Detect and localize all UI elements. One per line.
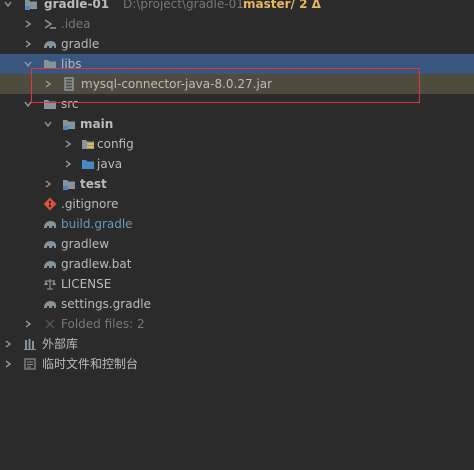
project-tree: gradle-01 D:\project\gradle-01 master/ 2… (0, 0, 474, 470)
tree-item-settings-gradle[interactable]: settings.gradle (0, 294, 474, 314)
root-path: D:\project\gradle-01 (123, 0, 244, 11)
vcs-branch-status: master/ 2 Δ (243, 0, 321, 11)
tree-item-license[interactable]: LICENSE (0, 274, 474, 294)
tree-item-build-gradle[interactable]: build.gradle (0, 214, 474, 234)
license-scale-icon (43, 277, 57, 291)
chevron-down-icon[interactable] (22, 94, 34, 114)
tree-item-gradlew[interactable]: gradlew (0, 234, 474, 254)
module-folder-icon (62, 117, 76, 131)
tree-item-label: gradlew (61, 237, 110, 251)
tree-item-mysql-jar[interactable]: mysql-connector-java-8.0.27.jar (0, 74, 474, 94)
gradle-elephant-icon (43, 257, 57, 271)
tree-item-scratches[interactable]: 临时文件和控制台 (0, 354, 474, 374)
chevron-right-icon[interactable] (42, 74, 54, 94)
tree-item-label: gradlew.bat (61, 257, 132, 271)
tree-item-label: Folded files: 2 (61, 317, 145, 331)
chevron-right-icon[interactable] (22, 314, 34, 334)
tree-item-test[interactable]: test (0, 174, 474, 194)
tree-item-label: libs (61, 57, 82, 71)
folder-icon (43, 97, 57, 111)
tree-item-label: config (97, 137, 134, 151)
tree-item-label: mysql-connector-java-8.0.27.jar (81, 77, 273, 91)
libraries-icon (23, 337, 37, 351)
tree-root-gradle-01[interactable]: gradle-01 D:\project\gradle-01 master/ 2… (0, 0, 474, 14)
resources-folder-icon (81, 137, 95, 151)
tree-item-gitignore[interactable]: .gitignore (0, 194, 474, 214)
tree-item-label: 临时文件和控制台 (42, 357, 139, 371)
tree-item-label: gradle (61, 37, 100, 51)
tree-item-label: test (80, 177, 107, 191)
tree-item-gradlew-bat[interactable]: gradlew.bat (0, 254, 474, 274)
tree-item-label: main (80, 117, 114, 131)
tree-item-label: build.gradle (61, 217, 133, 231)
jar-icon (62, 77, 76, 91)
tree-item-gradle-folder[interactable]: gradle (0, 34, 474, 54)
git-icon (43, 197, 57, 211)
chevron-right-icon[interactable] (2, 354, 14, 374)
gradle-elephant-icon (43, 237, 57, 251)
gradle-elephant-icon (43, 37, 57, 51)
chevron-right-icon[interactable] (2, 334, 14, 354)
chevron-down-icon[interactable] (42, 114, 54, 134)
tree-item-label: settings.gradle (61, 297, 151, 311)
tree-item-libs[interactable]: libs (0, 54, 474, 74)
tree-item-external-libraries[interactable]: 外部库 (0, 334, 474, 354)
idea-folder-icon (43, 17, 57, 31)
tree-item-label: 外部库 (42, 337, 79, 351)
tree-item-java[interactable]: java (0, 154, 474, 174)
gradle-elephant-icon (43, 217, 57, 231)
tree-item-label: .gitignore (61, 197, 119, 211)
chevron-right-icon[interactable] (22, 14, 34, 34)
gradle-elephant-icon (43, 297, 57, 311)
chevron-down-icon[interactable] (22, 54, 34, 74)
chevron-right-icon[interactable] (42, 174, 54, 194)
folder-icon (43, 57, 57, 71)
tree-item-folded-files[interactable]: Folded files: 2 (0, 314, 474, 334)
tree-item-main[interactable]: main (0, 114, 474, 134)
chevron-right-icon[interactable] (62, 154, 74, 174)
source-folder-icon (81, 157, 95, 171)
folded-files-icon (43, 317, 57, 331)
tree-item-label: .idea (61, 17, 91, 31)
tree-item-config[interactable]: config (0, 134, 474, 154)
chevron-down-icon[interactable] (2, 0, 14, 14)
tree-item-label: src (61, 97, 79, 111)
scratches-icon (23, 357, 37, 371)
tree-item-idea[interactable]: .idea (0, 14, 474, 34)
chevron-right-icon[interactable] (62, 134, 74, 154)
chevron-right-icon[interactable] (22, 34, 34, 54)
tree-item-label: LICENSE (61, 277, 112, 291)
module-folder-icon (62, 177, 76, 191)
module-folder-icon (24, 0, 38, 11)
tree-item-src[interactable]: src (0, 94, 474, 114)
tree-item-label: java (97, 157, 123, 171)
root-label: gradle-01 (44, 0, 110, 11)
